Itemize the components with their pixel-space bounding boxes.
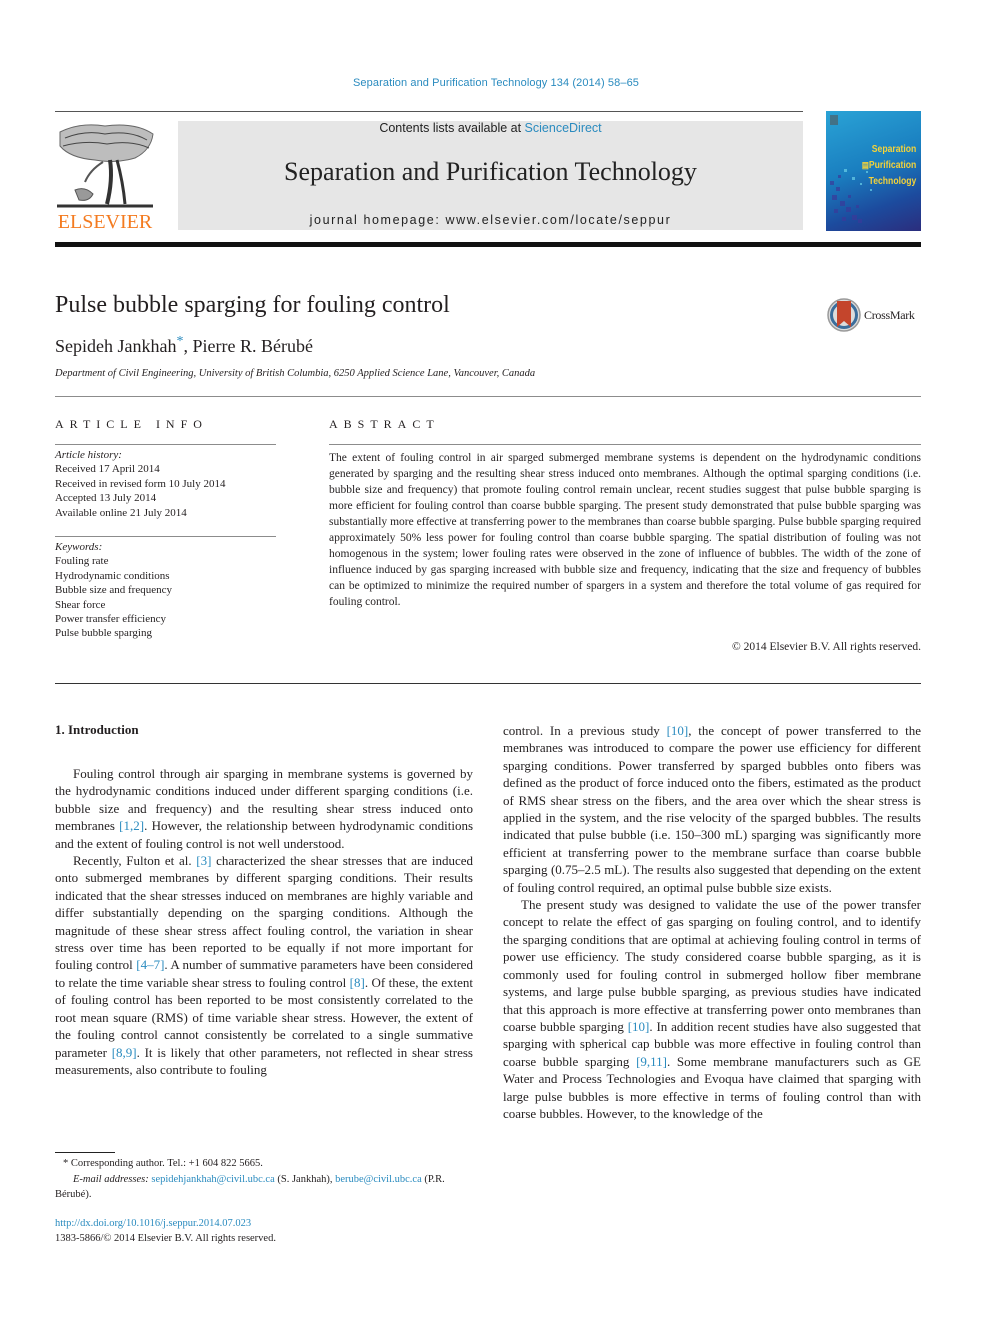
keywords-label: Keywords: bbox=[55, 541, 103, 553]
citation-link[interactable]: [10] bbox=[667, 723, 689, 738]
body-text: , the concept of power transferred to th… bbox=[503, 723, 921, 895]
footnote-divider bbox=[55, 1152, 115, 1153]
history-entry: Received in revised form 10 July 2014 bbox=[55, 477, 226, 490]
keyword: Fouling rate bbox=[55, 555, 109, 568]
divider bbox=[55, 396, 921, 397]
doi-link[interactable]: http://dx.doi.org/10.1016/j.seppur.2014.… bbox=[55, 1216, 276, 1231]
contents-line: Contents lists available at ScienceDirec… bbox=[178, 121, 803, 135]
divider bbox=[55, 111, 803, 112]
body-paragraph: Fouling control through air sparging in … bbox=[55, 765, 473, 852]
history-entry: Received 17 April 2014 bbox=[55, 463, 160, 476]
elsevier-logo[interactable]: ELSEVIER bbox=[55, 120, 155, 233]
section-heading: 1. Introduction bbox=[55, 722, 139, 737]
author-list: Sepideh Jankhah*, Pierre R. Bérubé bbox=[55, 335, 313, 357]
cover-title-word: Purification bbox=[868, 159, 916, 171]
sciencedirect-link[interactable]: ScienceDirect bbox=[525, 121, 602, 135]
journal-masthead: Contents lists available at ScienceDirec… bbox=[178, 121, 803, 230]
author-affiliation: Department of Civil Engineering, Univers… bbox=[55, 368, 536, 379]
corresponding-author-note: * Corresponding author. Tel.: +1 604 822… bbox=[63, 1158, 263, 1169]
divider bbox=[55, 536, 276, 537]
cover-title: Separation ▤Purification Technology bbox=[862, 141, 916, 189]
journal-homepage[interactable]: journal homepage: www.elsevier.com/locat… bbox=[178, 213, 803, 227]
cover-title-line: Separation bbox=[871, 143, 916, 155]
history-entry: Available online 21 July 2014 bbox=[55, 506, 187, 519]
email-note: E-mail addresses: sepidehjankhah@civil.u… bbox=[55, 1172, 475, 1203]
doi-block: http://dx.doi.org/10.1016/j.seppur.2014.… bbox=[55, 1216, 276, 1246]
crossmark-label: CrossMark bbox=[864, 308, 915, 322]
cover-title-line: Technology bbox=[868, 175, 916, 187]
body-paragraph: The present study was designed to valida… bbox=[503, 896, 921, 1122]
abstract-text: The extent of fouling control in air spa… bbox=[329, 452, 921, 608]
divider bbox=[55, 444, 276, 445]
issn-copyright: 1383-5866/© 2014 Elsevier B.V. All right… bbox=[55, 1233, 276, 1244]
crossmark-button[interactable]: CrossMark bbox=[827, 297, 927, 333]
author-name[interactable]: Pierre R. Bérubé bbox=[192, 336, 312, 356]
body-paragraph: control. In a previous study [10], the c… bbox=[503, 722, 921, 896]
email-owner: (S. Jankhah), bbox=[274, 1173, 336, 1185]
keyword: Hydrodynamic conditions bbox=[55, 569, 170, 582]
body-text: control. In a previous study bbox=[503, 723, 667, 738]
author-name[interactable]: Sepideh Jankhah bbox=[55, 336, 176, 356]
article-history: Article history: Received 17 April 2014 … bbox=[55, 448, 285, 520]
journal-cover-image[interactable]: Separation ▤Purification Technology bbox=[826, 111, 921, 231]
body-paragraph: Recently, Fulton et al. [3] characterize… bbox=[55, 852, 473, 1078]
journal-title: Separation and Purification Technology bbox=[284, 157, 697, 186]
article-info-heading: ARTICLE INFO bbox=[55, 417, 208, 431]
email-link[interactable]: sepidehjankhah@civil.ubc.ca bbox=[151, 1174, 274, 1185]
citation-link[interactable]: [9,11] bbox=[636, 1054, 667, 1069]
citation-link[interactable]: [10] bbox=[628, 1019, 650, 1034]
citation-link[interactable]: [8] bbox=[350, 975, 365, 990]
elsevier-tree-icon bbox=[57, 124, 154, 208]
keyword: Bubble size and frequency bbox=[55, 584, 172, 597]
email-label: E-mail addresses: bbox=[73, 1173, 152, 1185]
body-text: characterized the shear stresses that ar… bbox=[55, 853, 473, 973]
elsevier-wordmark: ELSEVIER bbox=[57, 211, 153, 233]
citation-link[interactable]: [4–7] bbox=[136, 957, 164, 972]
divider bbox=[55, 683, 921, 684]
history-entry: Accepted 13 July 2014 bbox=[55, 492, 157, 505]
keywords: Keywords: Fouling rate Hydrodynamic cond… bbox=[55, 540, 285, 641]
keyword: Pulse bubble sparging bbox=[55, 627, 152, 640]
body-column-left: Fouling control through air sparging in … bbox=[55, 765, 473, 1078]
article-title: Pulse bubble sparging for fouling contro… bbox=[55, 292, 450, 318]
contents-prefix: Contents lists available at bbox=[379, 121, 525, 135]
citation-link[interactable]: [3] bbox=[196, 853, 211, 868]
crossmark-icon bbox=[827, 298, 861, 332]
abstract-heading: ABSTRACT bbox=[329, 417, 440, 431]
footnotes: * Corresponding author. Tel.: +1 604 822… bbox=[55, 1156, 475, 1203]
header-divider bbox=[55, 242, 921, 247]
running-head[interactable]: Separation and Purification Technology 1… bbox=[0, 77, 992, 89]
keyword: Shear force bbox=[55, 598, 106, 611]
cover-title-line: ▤Purification bbox=[861, 159, 916, 171]
email-link[interactable]: berube@civil.ubc.ca bbox=[335, 1174, 422, 1185]
divider bbox=[329, 444, 921, 445]
keyword: Power transfer efficiency bbox=[55, 613, 166, 626]
body-text: Recently, Fulton et al. bbox=[73, 853, 197, 869]
body-text: The present study was designed to valida… bbox=[503, 897, 921, 1034]
abstract-copyright: © 2014 Elsevier B.V. All rights reserved… bbox=[732, 641, 921, 653]
body-column-right: control. In a previous study [10], the c… bbox=[503, 722, 921, 1122]
citation-link[interactable]: [1,2] bbox=[119, 818, 144, 833]
citation-link[interactable]: [8,9] bbox=[112, 1045, 137, 1060]
article-history-label: Article history: bbox=[55, 449, 122, 461]
